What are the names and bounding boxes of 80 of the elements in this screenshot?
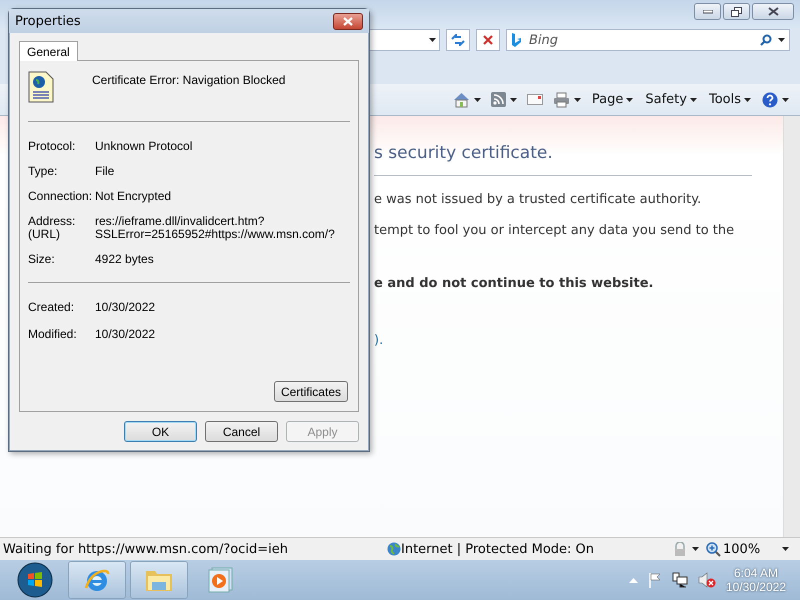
muted-speaker-icon[interactable] xyxy=(698,572,716,588)
field-label: Created: xyxy=(28,301,76,314)
page-heading: s security certificate. xyxy=(374,143,752,176)
field-label: Protocol: xyxy=(28,140,76,153)
caret-icon xyxy=(510,98,517,102)
zoom-icon xyxy=(706,542,721,556)
search-box[interactable]: Bing xyxy=(506,29,790,51)
command-menu[interactable]: Tools xyxy=(706,90,753,109)
stop-button[interactable] xyxy=(476,29,500,51)
lock-icon xyxy=(672,542,688,556)
search-icon xyxy=(760,34,772,46)
feeds-button[interactable] xyxy=(490,91,518,108)
warning-text: e and do not continue to this website. xyxy=(374,276,654,291)
caret-icon xyxy=(429,38,436,42)
field-value: Not Encrypted xyxy=(95,190,172,203)
stop-icon xyxy=(483,35,493,45)
command-menu[interactable]: Safety xyxy=(643,90,699,109)
page-link[interactable]: ). xyxy=(374,333,753,348)
field-label: Size: xyxy=(28,253,56,266)
caret-icon xyxy=(474,98,481,102)
printer-icon xyxy=(552,92,570,108)
caret-icon xyxy=(782,547,790,551)
caret-icon xyxy=(626,98,634,102)
help-button[interactable] xyxy=(761,90,790,108)
home-icon xyxy=(452,92,470,108)
minimize-button[interactable] xyxy=(694,3,721,20)
document-name: Certificate Error: Navigation Blocked xyxy=(92,73,286,87)
field-label: Type: xyxy=(28,165,58,178)
field-value: File xyxy=(95,165,116,178)
print-button[interactable] xyxy=(552,90,582,108)
dialog-title: Properties xyxy=(15,14,81,28)
status-text: Waiting for https://www.msn.com/?ocid=ieh xyxy=(2,542,289,556)
restore-icon xyxy=(731,6,742,16)
refresh-button[interactable] xyxy=(446,29,470,51)
bing-logo-icon xyxy=(511,33,521,47)
close-icon xyxy=(343,16,353,26)
network-icon[interactable] xyxy=(672,572,688,588)
caret-icon xyxy=(692,547,699,551)
mail-button[interactable] xyxy=(526,93,544,106)
caret-icon xyxy=(744,98,751,102)
minimize-icon xyxy=(702,10,712,14)
field-value: 10/30/2022 xyxy=(95,328,156,341)
home-button[interactable] xyxy=(452,90,482,108)
field-label: Connection: xyxy=(28,190,94,203)
help-icon xyxy=(762,92,778,108)
globe-icon xyxy=(387,542,401,556)
clock-date: 10/30/2022 xyxy=(726,580,786,594)
page-paragraph: e was not issued by a trusted certificate authority. xyxy=(374,192,702,207)
dialog-button[interactable]: OK xyxy=(124,421,197,442)
dialog-button[interactable]: Cancel xyxy=(205,421,278,442)
caret-icon xyxy=(574,98,581,102)
web-document-icon xyxy=(28,71,54,103)
field-label: Modified: xyxy=(28,328,78,341)
clock-time: 6:04 AM xyxy=(734,566,778,580)
envelope-icon xyxy=(526,94,543,105)
field-label: Address: (URL) xyxy=(28,215,76,241)
caret-icon xyxy=(778,38,785,42)
scrollbar[interactable] xyxy=(783,116,800,537)
zone-text: Internet | Protected Mode: On xyxy=(401,542,594,556)
zoom-button[interactable]: 100% xyxy=(700,542,796,556)
media-player-icon xyxy=(208,567,234,593)
command-menu[interactable]: Page xyxy=(590,90,636,109)
field-value: res://ieframe.dll/invalidcert.htm? SSLError=25165952#https://www.msn.com/? xyxy=(95,215,336,241)
close-icon xyxy=(768,7,778,16)
feed-icon xyxy=(490,92,506,107)
page-paragraph: tempt to fool you or intercept any data you send to the xyxy=(374,223,736,238)
certificates-button[interactable]: Certificates xyxy=(274,381,348,402)
close-button[interactable] xyxy=(752,3,794,20)
field-value: 4922 bytes xyxy=(95,253,155,266)
caret-icon xyxy=(690,98,697,102)
field-value: 10/30/2022 xyxy=(95,301,156,314)
refresh-icon xyxy=(451,34,465,46)
windows-logo-icon xyxy=(17,562,53,598)
field-value: Unknown Protocol xyxy=(95,140,194,153)
restore-button[interactable] xyxy=(723,3,750,20)
caret-icon xyxy=(782,98,789,102)
flag-icon[interactable] xyxy=(648,572,662,588)
dialog-tab[interactable]: General xyxy=(19,41,78,61)
dialog-close-button[interactable] xyxy=(333,12,363,30)
address-field[interactable] xyxy=(370,29,440,51)
